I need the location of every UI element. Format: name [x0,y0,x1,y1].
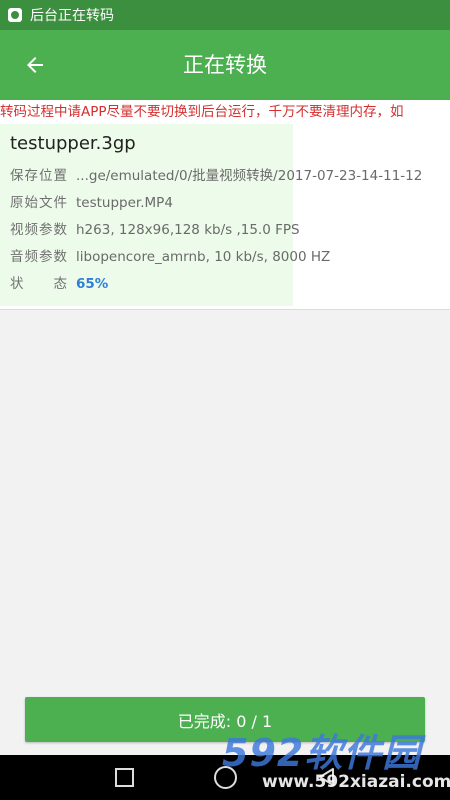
info-value: h263, 128x96,128 kb/s ,15.0 FPS [76,222,300,238]
conversion-task-card: testupper.3gp 保存位置 ...ge/emulated/0/批量视频… [0,124,450,310]
back-button[interactable] [10,40,60,90]
recent-apps-icon[interactable] [115,768,134,787]
warning-text: 转码过程中请APP尽量不要切换到后台运行，千万不要清理内存，如 [0,104,404,120]
info-value: ...ge/emulated/0/批量视频转换/2017-07-23-14-11… [76,168,423,184]
app-notification-icon [8,8,22,22]
status-notification-text: 后台正在转码 [30,8,114,24]
system-navigation-bar [0,755,450,800]
info-row-source-file: 原始文件 testupper.MP4 [10,190,450,217]
info-row-audio-params: 音频参数 libopencore_amrnb, 10 kb/s, 8000 HZ [10,244,450,271]
warning-banner: 转码过程中请APP尽量不要切换到后台运行，千万不要清理内存，如 [0,100,450,124]
info-row-save-location: 保存位置 ...ge/emulated/0/批量视频转换/2017-07-23-… [10,163,450,190]
status-progress-value: 65% [76,276,109,292]
info-value: testupper.MP4 [76,195,173,211]
status-label: 状 态 [10,276,68,292]
home-icon[interactable] [214,766,237,789]
info-label: 原始文件 [10,195,68,211]
info-label: 音频参数 [10,249,68,265]
info-label: 保存位置 [10,168,68,184]
arrow-back-icon [27,57,43,73]
page-title: 正在转换 [183,53,267,77]
status-bar: 后台正在转码 [0,0,450,30]
completed-count-button[interactable]: 已完成: 0 / 1 [25,697,425,742]
info-value: libopencore_amrnb, 10 kb/s, 8000 HZ [76,249,331,265]
info-row-video-params: 视频参数 h263, 128x96,128 kb/s ,15.0 FPS [10,217,450,244]
app-bar: 正在转换 [0,30,450,100]
task-details: testupper.3gp 保存位置 ...ge/emulated/0/批量视频… [10,124,450,298]
nav-back-icon[interactable] [316,767,336,787]
info-label: 视频参数 [10,222,68,238]
output-file-name: testupper.3gp [10,133,136,154]
info-row-status: 状 态 65% [10,271,450,298]
